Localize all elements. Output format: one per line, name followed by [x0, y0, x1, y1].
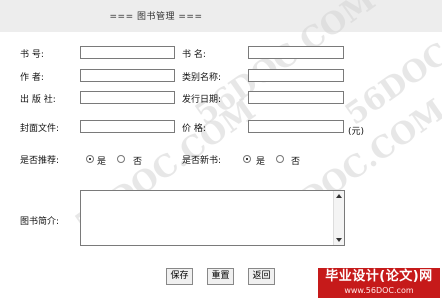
cover-file-label: 封面文件:	[20, 124, 60, 134]
book-name-input[interactable]	[248, 46, 344, 59]
recommend-no-label: 否	[133, 157, 143, 167]
price-label: 价 格:	[182, 124, 206, 134]
recommend-yes-radio[interactable]	[86, 155, 94, 163]
publisher-label: 出 版 社:	[20, 95, 56, 105]
new-book-yes-radio[interactable]	[243, 155, 251, 163]
intro-textarea[interactable]	[80, 190, 345, 246]
textarea-scrollbar[interactable]	[333, 191, 344, 245]
book-number-label: 书 号:	[20, 50, 44, 60]
book-name-label: 书 名:	[182, 50, 206, 60]
cover-file-input[interactable]	[80, 120, 175, 133]
publisher-input[interactable]	[80, 91, 175, 104]
new-book-no-radio[interactable]	[276, 155, 284, 163]
scroll-up-icon[interactable]	[336, 194, 342, 198]
recommend-label: 是否推荐:	[20, 156, 60, 166]
author-input[interactable]	[80, 69, 175, 82]
recommend-no-radio[interactable]	[117, 155, 125, 163]
author-label: 作 者:	[20, 73, 44, 83]
category-label: 类别名称:	[182, 73, 222, 83]
category-input[interactable]	[248, 69, 344, 82]
new-book-yes-label: 是	[256, 157, 266, 167]
publish-date-label: 发行日期:	[182, 95, 222, 105]
brand-title: 毕业设计(论文)网	[325, 269, 433, 284]
scroll-down-icon[interactable]	[336, 238, 342, 242]
back-button[interactable]: 返回	[248, 268, 275, 285]
page-title: === 图书管理 ===	[109, 12, 203, 22]
book-number-input[interactable]	[80, 46, 175, 59]
reset-button[interactable]: 重置	[207, 268, 234, 285]
intro-label: 图书简介:	[20, 217, 60, 227]
price-unit: (元)	[348, 127, 365, 137]
brand-badge: 毕业设计(论文)网 www.56DOC.com	[318, 268, 440, 298]
brand-url: www.56DOC.com	[344, 286, 414, 295]
recommend-yes-label: 是	[97, 157, 107, 167]
publish-date-input[interactable]	[248, 91, 344, 104]
save-button[interactable]: 保存	[166, 268, 193, 285]
price-input[interactable]	[248, 120, 344, 133]
new-book-label: 是否新书:	[182, 156, 222, 166]
new-book-no-label: 否	[291, 157, 301, 167]
